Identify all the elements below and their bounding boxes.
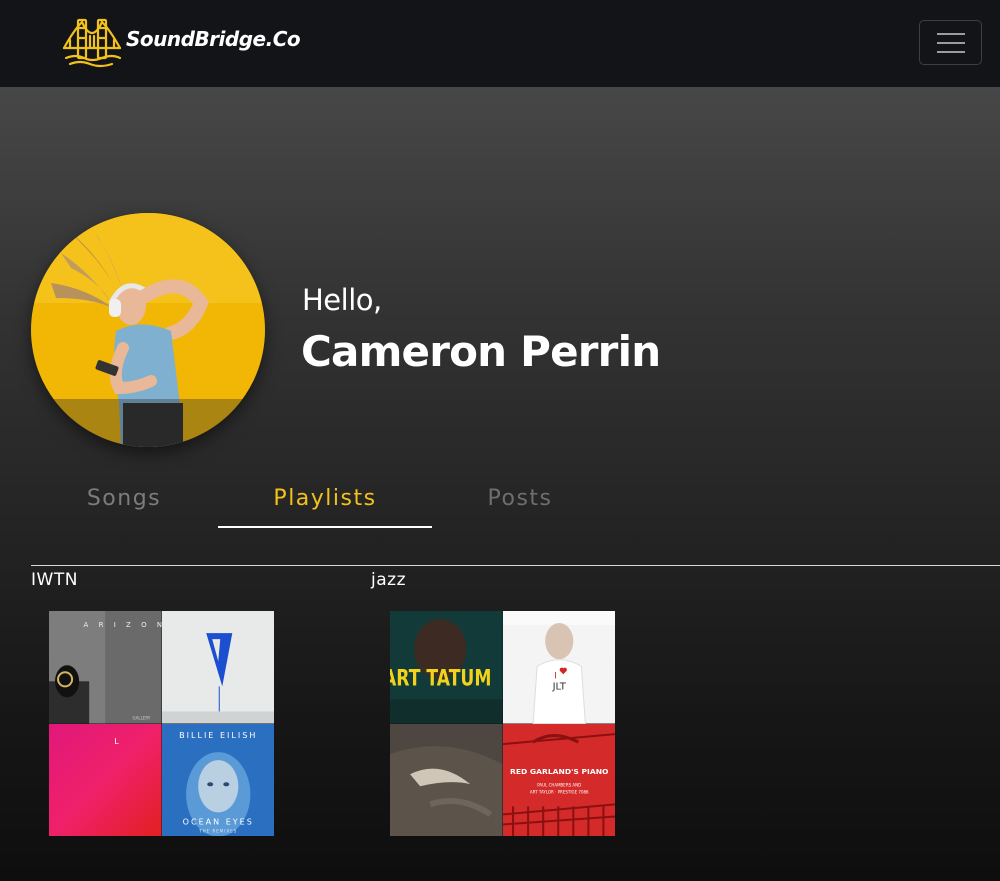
tab-playlists[interactable]: Playlists bbox=[218, 486, 432, 528]
svg-text:PAUL CHAMBERS AND: PAUL CHAMBERS AND bbox=[537, 782, 581, 787]
album-cover: A R I Z O N A GALLERY bbox=[49, 611, 162, 724]
svg-text:GALLERY: GALLERY bbox=[133, 715, 151, 720]
playlist-title[interactable]: jazz bbox=[371, 570, 406, 590]
playlist-card[interactable]: ART TATUM I JLT RED GARLAND'S PIANO PAUL… bbox=[390, 611, 615, 836]
avatar-photo bbox=[31, 213, 265, 447]
album-cover: RED GARLAND'S PIANO PAUL CHAMBERS AND AR… bbox=[502, 723, 615, 836]
svg-text:ART TAYLOR · PRESTIGE 7086: ART TAYLOR · PRESTIGE 7086 bbox=[529, 789, 588, 794]
hamburger-menu-icon bbox=[936, 32, 965, 35]
svg-text:L: L bbox=[114, 737, 119, 746]
svg-text:JLT: JLT bbox=[551, 681, 566, 692]
tab-songs[interactable]: Songs bbox=[58, 486, 190, 528]
brand-name: SoundBridge.Co bbox=[126, 27, 301, 51]
svg-text:BILLIE EILISH: BILLIE EILISH bbox=[179, 731, 257, 740]
svg-text:A R I Z O N A: A R I Z O N A bbox=[84, 620, 162, 629]
user-name: Cameron Perrin bbox=[301, 327, 661, 376]
tab-posts[interactable]: Posts bbox=[455, 486, 585, 528]
profile-section: Hello, Cameron Perrin Songs Playlists Po… bbox=[0, 87, 1000, 881]
brand-link[interactable]: SoundBridge.Co bbox=[62, 14, 301, 68]
svg-text:I: I bbox=[554, 671, 557, 681]
greeting-text: Hello, bbox=[302, 283, 382, 317]
album-cover: BILLIE EILISH OCEAN EYES THE REMIXES bbox=[161, 723, 274, 836]
golden-gate-bridge-icon bbox=[62, 18, 122, 68]
svg-text:THE REMIXES: THE REMIXES bbox=[198, 828, 237, 833]
album-cover bbox=[161, 611, 274, 724]
navbar: SoundBridge.Co bbox=[0, 0, 1000, 87]
playlist-title[interactable]: IWTN bbox=[31, 570, 78, 590]
navbar-toggle-button[interactable] bbox=[919, 20, 982, 65]
svg-text:OCEAN EYES: OCEAN EYES bbox=[182, 817, 253, 826]
playlist-card[interactable]: A R I Z O N A GALLERY bbox=[49, 611, 274, 836]
avatar bbox=[31, 213, 265, 447]
svg-text:ART TATUM: ART TATUM bbox=[390, 665, 491, 691]
album-cover: ART TATUM bbox=[390, 611, 503, 724]
album-cover: L bbox=[49, 723, 162, 836]
divider bbox=[31, 565, 1000, 566]
album-cover: I JLT bbox=[502, 611, 615, 724]
album-cover bbox=[390, 723, 503, 836]
svg-text:RED GARLAND'S PIANO: RED GARLAND'S PIANO bbox=[510, 767, 608, 776]
